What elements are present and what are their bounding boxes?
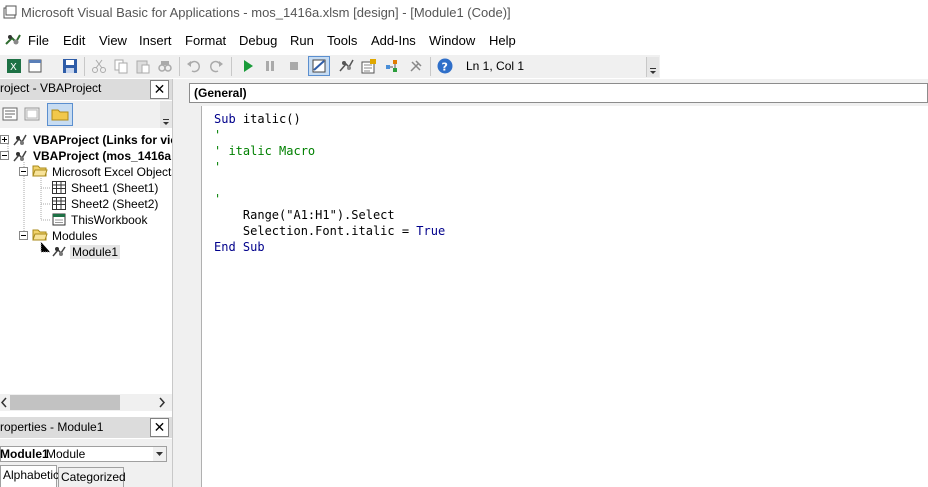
code-editor[interactable]: [203, 106, 928, 487]
toolbar-separator: [179, 57, 180, 76]
collapse-minus-icon[interactable]: [19, 231, 28, 240]
tree-item-project-mos[interactable]: VBAProject (mos_1416a: [33, 149, 171, 163]
code-line-6[interactable]: ': [214, 191, 221, 207]
object-selector-name: Module1: [0, 447, 49, 461]
code-line-4[interactable]: ': [214, 159, 221, 175]
svg-text:?: ?: [442, 61, 448, 74]
code-keyword: Sub: [214, 112, 236, 126]
menu-view[interactable]: View: [99, 33, 127, 48]
toolbar-separator: [430, 57, 431, 76]
redo-icon[interactable]: [208, 58, 224, 74]
project-pane-close-button[interactable]: ✕: [150, 80, 169, 99]
vba-menu-icon[interactable]: [4, 32, 22, 48]
help-icon[interactable]: ?: [437, 58, 453, 74]
run-icon[interactable]: [240, 58, 256, 74]
menu-format[interactable]: Format: [185, 33, 226, 48]
svg-text:X: X: [10, 62, 17, 73]
design-mode-icon[interactable]: [308, 56, 330, 76]
project-explorer-icon[interactable]: [338, 58, 354, 74]
vba-project-icon: [13, 134, 27, 146]
tab-categorized[interactable]: Categorized: [58, 467, 126, 487]
collapse-minus-icon[interactable]: [0, 151, 9, 160]
toolbar-separator: [84, 57, 85, 76]
menu-add-ins[interactable]: Add-Ins: [371, 33, 416, 48]
tab-alphabetic[interactable]: Alphabetic: [0, 465, 59, 487]
cut-icon[interactable]: [91, 58, 107, 74]
code-margin-indicator-bar[interactable]: [180, 106, 202, 487]
toolbar-overflow-button[interactable]: [646, 57, 659, 77]
code-line-1[interactable]: Sub italic(): [214, 111, 301, 127]
code-line-2[interactable]: ': [214, 127, 221, 143]
properties-window-icon[interactable]: [361, 58, 377, 74]
object-browser-icon[interactable]: [384, 58, 400, 74]
module-icon: [52, 246, 66, 257]
chevron-right-icon[interactable]: [158, 397, 166, 408]
menu-tools[interactable]: Tools: [327, 33, 357, 48]
break-icon[interactable]: [262, 58, 278, 74]
tree-item-thisworkbook[interactable]: ThisWorkbook: [71, 213, 147, 227]
vba-app-icon: [3, 5, 17, 19]
menu-debug[interactable]: Debug: [239, 33, 277, 48]
tree-item-excel-objects[interactable]: Microsoft Excel Objects: [52, 165, 177, 179]
object-combo-value: (General): [194, 86, 247, 100]
code-keyword: True: [416, 224, 446, 238]
code-text: Selection.Font.italic =: [214, 224, 417, 238]
workbook-icon: [52, 213, 66, 226]
chevron-left-icon[interactable]: [0, 397, 8, 408]
menu-file[interactable]: File: [28, 33, 49, 48]
vba-project-icon: [13, 150, 27, 162]
copy-icon[interactable]: [113, 58, 129, 74]
chevron-down-icon: [156, 452, 163, 456]
pane-splitter[interactable]: [172, 79, 180, 487]
menu-window[interactable]: Window: [429, 33, 475, 48]
project-scroll-thumb[interactable]: [10, 395, 120, 410]
open-folder-icon: [32, 229, 48, 241]
tree-item-modules[interactable]: Modules: [52, 229, 97, 243]
excel-view-icon[interactable]: X: [6, 58, 22, 74]
view-code-icon[interactable]: [2, 106, 18, 122]
project-toolbar-overflow[interactable]: [160, 101, 172, 128]
reset-icon[interactable]: [286, 58, 302, 74]
chevron-down-icon: [650, 68, 656, 74]
save-icon[interactable]: [62, 58, 78, 74]
insert-userform-icon[interactable]: [28, 58, 44, 74]
open-folder-icon: [32, 165, 48, 177]
paste-icon[interactable]: [135, 58, 151, 74]
cursor-position-text: Ln 1, Col 1: [466, 59, 525, 73]
object-selector-dropdown[interactable]: [153, 447, 166, 461]
tree-item-sheet1[interactable]: Sheet1 (Sheet1): [71, 181, 158, 195]
project-pane-title: roject - VBAProject: [0, 81, 102, 95]
code-line-3[interactable]: ' italic Macro: [214, 143, 315, 159]
undo-icon[interactable]: [186, 58, 202, 74]
menu-help[interactable]: Help: [489, 33, 516, 48]
object-combo[interactable]: [189, 83, 928, 103]
find-icon[interactable]: [157, 58, 173, 74]
menu-run[interactable]: Run: [290, 33, 314, 48]
worksheet-icon: [52, 181, 66, 194]
tree-item-sheet2[interactable]: Sheet2 (Sheet2): [71, 197, 158, 211]
expand-plus-icon[interactable]: [0, 135, 9, 144]
toggle-folders-icon[interactable]: [47, 103, 73, 126]
collapse-minus-icon[interactable]: [19, 167, 28, 176]
window-title: Microsoft Visual Basic for Applications …: [21, 5, 511, 20]
menu-insert[interactable]: Insert: [139, 33, 172, 48]
worksheet-icon: [52, 197, 66, 210]
tree-item-module1[interactable]: Module1: [70, 245, 121, 259]
properties-pane-title: roperties - Module1: [0, 420, 104, 434]
code-line-7[interactable]: Range("A1:H1").Select: [214, 207, 395, 223]
toolbar-separator: [231, 57, 232, 76]
code-text: italic(): [235, 112, 301, 126]
view-object-icon[interactable]: [24, 106, 40, 122]
tree-item-project-links[interactable]: VBAProject (Links for vic: [33, 133, 177, 147]
menu-edit[interactable]: Edit: [63, 33, 85, 48]
toolbox-icon[interactable]: [408, 58, 424, 74]
properties-pane-close-button[interactable]: ✕: [150, 418, 169, 437]
code-line-8[interactable]: Selection.Font.italic = True: [214, 223, 445, 239]
chevron-down-icon: [163, 119, 169, 125]
code-line-9[interactable]: End Sub: [214, 239, 265, 255]
object-selector-type: Module: [46, 447, 86, 461]
